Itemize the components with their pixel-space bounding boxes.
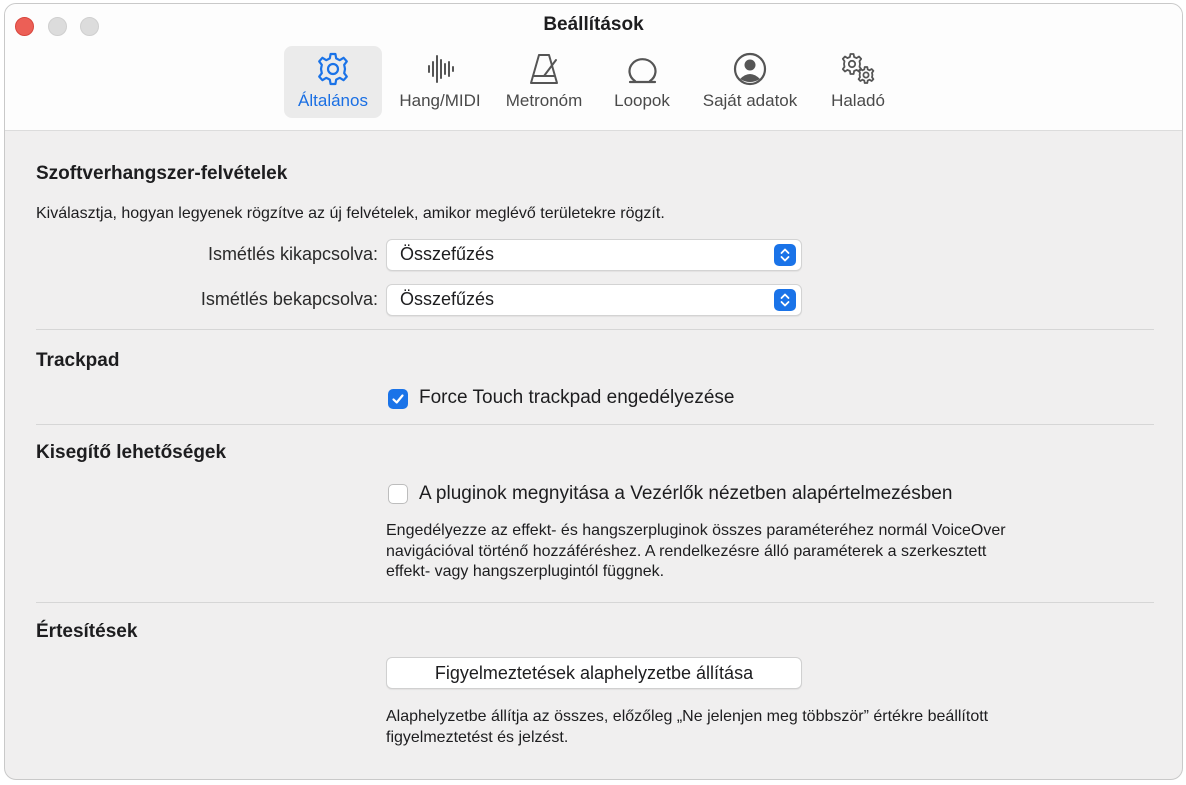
settings-window: Beállítások Általános Hang/MIDI Metronóm… xyxy=(4,3,1183,780)
notifications-note-line: Alaphelyzetbe állítja az összes, előzőle… xyxy=(386,708,989,725)
divider xyxy=(36,424,1154,425)
tab-general-label: Általános xyxy=(298,91,368,110)
notifications-note: Alaphelyzetbe állítja az összes, előzőle… xyxy=(386,707,988,748)
divider xyxy=(36,602,1154,603)
tab-my-info-label: Saját adatok xyxy=(702,91,798,110)
metronome-icon xyxy=(526,48,562,90)
divider xyxy=(36,329,1154,330)
force-touch-label: Force Touch trackpad engedélyezése xyxy=(419,387,735,408)
cycle-off-value: Összefűzés xyxy=(400,244,495,264)
section-title-software-instrument: Szoftverhangszer-felvételek xyxy=(36,163,288,184)
title-bar: Beállítások Általános Hang/MIDI Metronóm… xyxy=(5,4,1182,131)
tab-my-info[interactable]: Saját adatok xyxy=(695,46,805,118)
cycle-on-popup[interactable]: Összefűzés xyxy=(386,284,802,316)
chevron-updown-icon xyxy=(774,289,796,311)
chevron-updown-icon xyxy=(774,244,796,266)
tab-general[interactable]: Általános xyxy=(284,46,382,118)
cycle-on-label: Ismétlés bekapcsolva: xyxy=(200,289,378,309)
tab-loops-label: Loopok xyxy=(614,91,670,110)
accessibility-note-line: Engedélyezze az effekt- és hangszerplugi… xyxy=(386,522,1006,539)
tab-advanced-label: Haladó xyxy=(831,91,885,110)
section-title-trackpad: Trackpad xyxy=(36,350,120,371)
open-plugins-controls-view-label: A pluginok megnyitása a Vezérlők nézetbe… xyxy=(419,483,953,504)
accessibility-note-line: effekt- vagy hangszerplugintól függnek. xyxy=(386,563,665,580)
tab-audio-midi-label: Hang/MIDI xyxy=(399,91,481,110)
cycle-off-popup[interactable]: Összefűzés xyxy=(386,239,802,271)
cycle-off-label: Ismétlés kikapcsolva: xyxy=(207,244,378,264)
person-icon xyxy=(732,48,768,90)
loop-icon xyxy=(624,48,660,90)
settings-toolbar: Általános Hang/MIDI Metronóm Loopok Sajá… xyxy=(5,46,1182,122)
tab-audio-midi[interactable]: Hang/MIDI xyxy=(392,46,488,118)
gear-icon xyxy=(315,48,351,90)
section-title-accessibility: Kisegítő lehetőségek xyxy=(36,442,227,463)
waveform-icon xyxy=(422,48,458,90)
notifications-note-line: figyelmeztetést és jelzést. xyxy=(386,728,569,746)
section-title-notifications: Értesítések xyxy=(36,621,138,642)
reset-warnings-button[interactable]: Figyelmeztetések alaphelyzetbe állítása xyxy=(386,657,802,689)
cycle-on-value: Összefűzés xyxy=(400,289,495,309)
accessibility-note: Engedélyezze az effekt- és hangszerplugi… xyxy=(386,521,1006,583)
tab-metronome[interactable]: Metronóm xyxy=(498,46,590,118)
force-touch-checkbox[interactable] xyxy=(388,389,408,409)
accessibility-note-line: navigációval történő hozzáféréshez. A re… xyxy=(386,542,987,560)
window-title: Beállítások xyxy=(543,14,644,35)
tab-loops[interactable]: Loopok xyxy=(605,46,679,118)
open-plugins-controls-view-checkbox[interactable] xyxy=(388,484,408,504)
gears-icon xyxy=(838,48,878,90)
tab-advanced[interactable]: Haladó xyxy=(820,46,896,118)
software-instrument-description: Kiválasztja, hogyan legyenek rögzítve az… xyxy=(36,205,665,222)
tab-metronome-label: Metronóm xyxy=(505,91,583,110)
